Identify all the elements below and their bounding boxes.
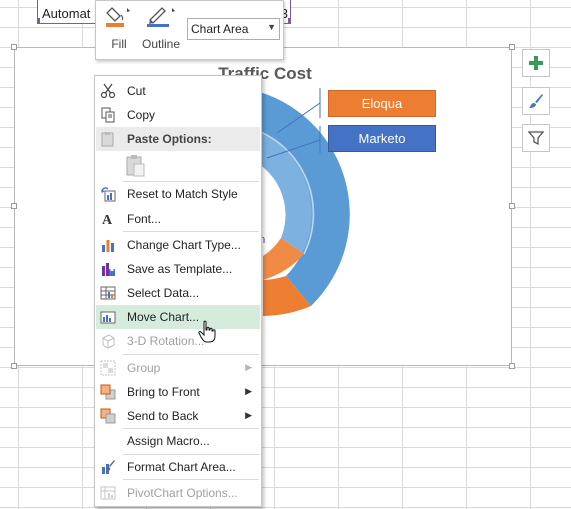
- outline-label: Outline: [141, 37, 181, 51]
- chart-resize-handle[interactable]: [509, 363, 515, 369]
- menu-item-group: Group ▶: [96, 356, 260, 380]
- chart-element-value: Chart Area: [191, 22, 249, 36]
- data-callout-eloqua[interactable]: Eloqua: [328, 90, 436, 117]
- menu-item-label: 3-D Rotation...: [127, 334, 205, 348]
- fill-button[interactable]: Fill: [102, 4, 136, 54]
- paste-button[interactable]: [125, 154, 147, 178]
- menu-item-select-data[interactable]: Select Data...: [96, 281, 260, 305]
- menu-item-reset-match-style[interactable]: Reset to Match Style: [96, 182, 260, 206]
- paste-options-header: Paste Options:: [96, 127, 260, 151]
- menu-item-label: Group: [127, 361, 161, 375]
- save-template-icon: [102, 263, 115, 276]
- chart-area[interactable]: Traffic Cost on Eloqua Marketo: [11, 44, 515, 369]
- menu-separator: [123, 231, 259, 232]
- paint-bucket-icon: [106, 7, 130, 27]
- send-to-back-icon: [100, 408, 116, 424]
- menu-item-label: Cut: [127, 84, 146, 98]
- menu-item-cut[interactable]: Cut: [96, 79, 260, 103]
- brush-icon: [529, 94, 543, 108]
- submenu-arrow-icon: ▶: [245, 386, 252, 396]
- selection-handle[interactable]: [288, 18, 290, 23]
- menu-item-move-chart[interactable]: Move Chart...: [96, 305, 260, 329]
- clipboard-icon: [126, 155, 145, 177]
- bar-chart-icon: [102, 240, 114, 252]
- chart-element-dropdown[interactable]: Chart Area ▼: [187, 18, 280, 40]
- pen-outline-icon: [147, 7, 175, 27]
- scissors-icon: [100, 83, 116, 99]
- outline-button[interactable]: Outline: [140, 4, 182, 54]
- menu-separator: [123, 479, 259, 480]
- chart-resize-handle[interactable]: [11, 363, 17, 369]
- menu-item-label: Send to Back: [127, 409, 199, 423]
- chevron-down-icon: ▼: [267, 22, 276, 32]
- menu-item-label: Assign Macro...: [127, 434, 210, 448]
- select-data-icon: [100, 286, 116, 300]
- menu-item-label: Format Chart Area...: [127, 460, 236, 474]
- hand-pointer-icon: [198, 320, 216, 343]
- menu-item-copy[interactable]: Copy: [96, 103, 260, 127]
- chart-resize-handle[interactable]: [11, 203, 17, 209]
- bring-to-front-icon: [100, 384, 116, 400]
- menu-item-label: Font...: [127, 212, 162, 226]
- submenu-arrow-icon: ▶: [245, 410, 252, 420]
- selection-handle[interactable]: [38, 18, 40, 23]
- filter-icon: [528, 131, 544, 146]
- cube-icon: [102, 334, 115, 349]
- menu-item-label: Select Data...: [127, 286, 200, 300]
- submenu-arrow-icon: ▶: [245, 362, 252, 372]
- menu-item-label: PivotChart Options...: [127, 486, 238, 500]
- menu-item-bring-to-front[interactable]: Bring to Front ▶: [96, 380, 260, 404]
- paste-options-label: Paste Options:: [127, 132, 212, 146]
- menu-item-label: Reset to Match Style: [127, 187, 238, 201]
- chart-resize-handle[interactable]: [509, 44, 515, 50]
- cell-text: Automat: [42, 6, 91, 21]
- menu-item-label: Move Chart...: [127, 310, 200, 324]
- menu-item-pivotchart-options: PivotChart Options...: [96, 481, 260, 505]
- mini-toolbar: Fill Outline Chart Area ▼: [95, 0, 284, 60]
- chart-resize-handle[interactable]: [11, 44, 17, 50]
- chart-styles-button[interactable]: [522, 87, 550, 115]
- menu-item-label: Change Chart Type...: [127, 238, 241, 252]
- menu-item-send-to-back[interactable]: Send to Back ▶: [96, 404, 260, 428]
- menu-separator: [123, 354, 259, 355]
- menu-item-save-template[interactable]: Save as Template...: [96, 257, 260, 281]
- data-callout-marketo[interactable]: Marketo: [328, 125, 436, 152]
- font-icon: A: [102, 213, 113, 227]
- menu-item-label: Save as Template...: [127, 262, 233, 276]
- menu-item-change-chart-type[interactable]: Change Chart Type...: [96, 233, 260, 257]
- group-icon: [100, 360, 116, 376]
- reset-style-icon: [101, 187, 116, 202]
- plus-icon: [529, 56, 543, 70]
- format-chart-icon: [102, 460, 115, 474]
- copy-icon: [101, 107, 115, 123]
- fill-label: Fill: [111, 37, 127, 51]
- menu-item-3d-rotation: 3-D Rotation...: [96, 329, 260, 353]
- menu-item-font[interactable]: A Font...: [96, 207, 260, 231]
- menu-item-assign-macro[interactable]: Assign Macro...: [96, 429, 260, 453]
- menu-item-format-chart-area[interactable]: Format Chart Area...: [96, 455, 260, 479]
- chart-elements-button[interactable]: [522, 49, 550, 77]
- svg-text:A: A: [102, 213, 113, 227]
- menu-item-label: Bring to Front: [127, 385, 200, 399]
- menu-item-label: Copy: [127, 108, 156, 122]
- clipboard-icon: [101, 132, 114, 147]
- chart-filters-button[interactable]: [522, 124, 550, 152]
- pivotchart-icon: [100, 486, 116, 500]
- move-chart-icon: [100, 311, 116, 324]
- chart-resize-handle[interactable]: [509, 203, 515, 209]
- context-menu: Cut Copy Paste Options: Reset to Match S…: [94, 75, 262, 507]
- donut-chart: [242, 88, 350, 316]
